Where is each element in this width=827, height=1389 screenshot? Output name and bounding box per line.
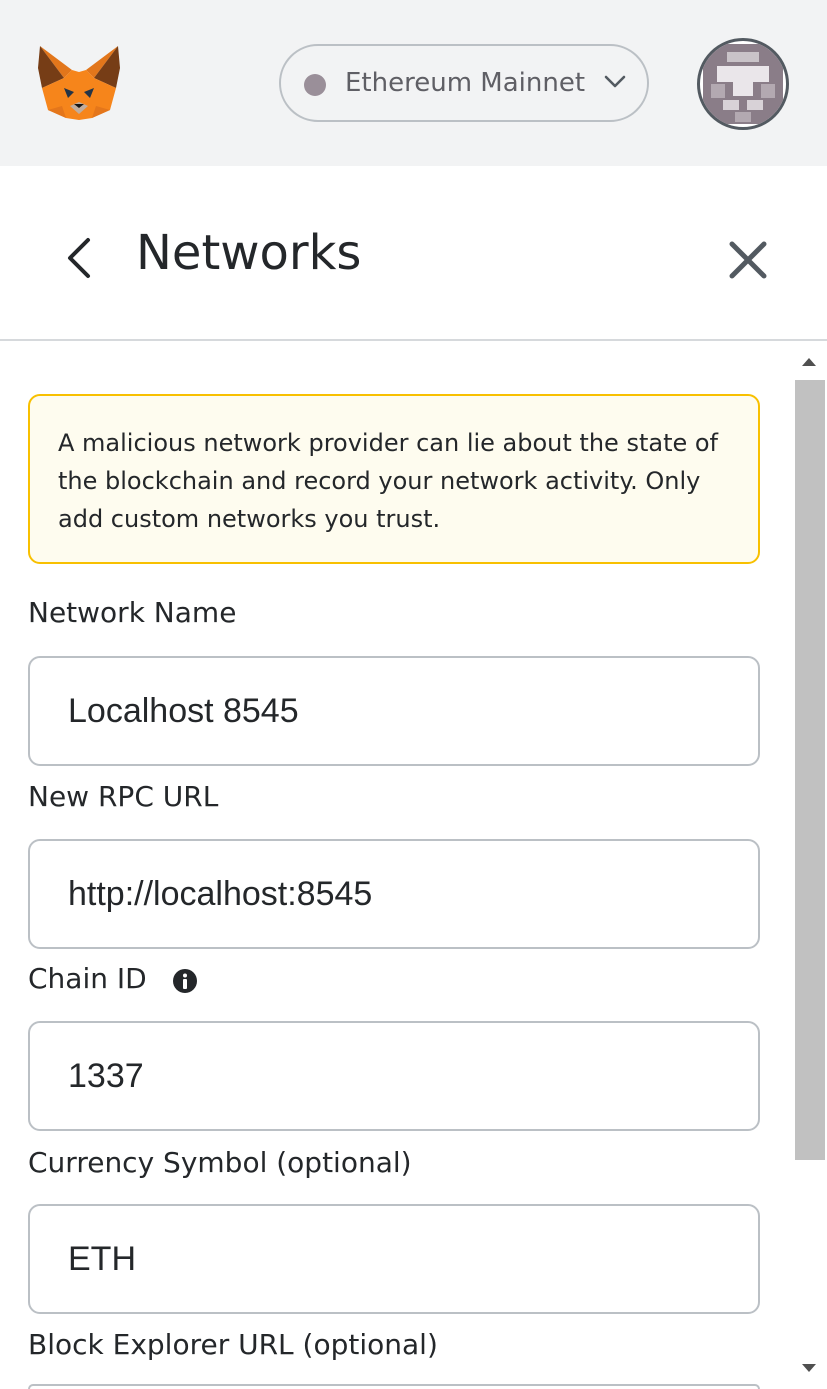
chain-id-label: Chain ID: [28, 962, 147, 995]
back-button[interactable]: [54, 228, 104, 288]
block-explorer-label: Block Explorer URL (optional): [28, 1328, 438, 1361]
scroll-down-arrow-icon[interactable]: [800, 1362, 818, 1374]
account-identicon: [703, 44, 783, 124]
currency-symbol-label: Currency Symbol (optional): [28, 1146, 412, 1179]
network-name-label: Ethereum Mainnet: [345, 68, 586, 98]
network-selector[interactable]: Ethereum Mainnet: [279, 44, 649, 122]
network-name-label: Network Name: [28, 596, 237, 629]
header-divider: [0, 339, 827, 341]
warning-text: A malicious network provider can lie abo…: [58, 429, 718, 533]
chain-id-input[interactable]: [28, 1021, 760, 1131]
network-name-input[interactable]: [28, 656, 760, 766]
scroll-up-arrow-icon[interactable]: [800, 356, 818, 368]
scrollbar-thumb[interactable]: [795, 380, 825, 1160]
network-status-dot: [304, 74, 326, 96]
close-button[interactable]: [726, 238, 770, 282]
rpc-url-label: New RPC URL: [28, 780, 219, 813]
info-icon[interactable]: [172, 968, 198, 994]
chevron-down-icon: [604, 75, 626, 88]
account-avatar[interactable]: [697, 38, 789, 130]
metamask-fox-icon[interactable]: [34, 44, 124, 122]
security-warning: A malicious network provider can lie abo…: [28, 394, 760, 564]
page-title: Networks: [136, 225, 362, 281]
app-bar: Ethereum Mainnet: [0, 0, 827, 166]
rpc-url-input[interactable]: [28, 839, 760, 949]
currency-symbol-input[interactable]: [28, 1204, 760, 1314]
block-explorer-input[interactable]: [28, 1384, 760, 1389]
